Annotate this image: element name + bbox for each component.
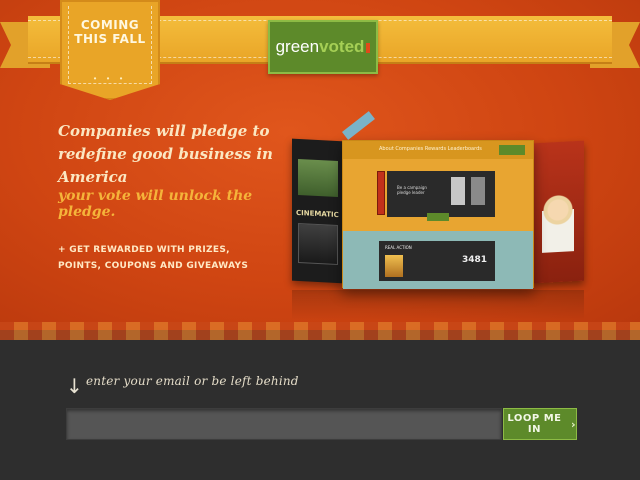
headline: Companies will pledge to redefine good b… — [58, 122, 273, 186]
hero-section: COMING THIS FALL • • • greenvoted Compan… — [0, 0, 640, 330]
hero-stripe-border — [0, 322, 640, 340]
chevron-right-icon: › — [570, 417, 576, 431]
mockup-back-image-2 — [298, 222, 338, 266]
arrow-down-icon: ↓ — [66, 374, 83, 398]
badge-line-1: COMING — [80, 18, 140, 32]
mockup-corner-ribbon — [342, 111, 375, 140]
mockup-nav: About Companies Rewards Leaderboards — [343, 141, 533, 159]
email-input[interactable] — [66, 408, 502, 440]
mockup-reflection — [292, 290, 584, 320]
badge-line-2: THIS FALL — [74, 32, 146, 46]
logo-mark-icon — [366, 42, 371, 53]
mockup-main-screen: About Companies Rewards Leaderboards Be … — [342, 140, 534, 289]
logo-word-voted: voted — [319, 37, 365, 56]
loop-me-in-label: LOOP ME IN — [507, 413, 562, 435]
mockup-card-number: 3481 — [461, 255, 487, 265]
signup-label: enter your email or be left behind — [86, 374, 299, 388]
mockup-dark-image-2 — [471, 177, 485, 205]
mockup-dark-text: Be a campaign pledge leader — [397, 185, 427, 195]
mockup-back-card: CINEMATIC — [292, 138, 344, 284]
mockup-back-image — [298, 158, 338, 198]
mockup-card-label: REAL ACTION — [385, 245, 412, 250]
mockup-thermometer-icon — [377, 171, 385, 215]
loop-me-in-button[interactable]: LOOP ME IN › — [503, 408, 577, 440]
mockup-figure-image — [542, 191, 574, 253]
mockup-lower-section: REAL ACTION 3481 — [343, 231, 533, 289]
mockup-right-card — [532, 140, 584, 284]
mockup-green-button — [427, 213, 449, 221]
logo-word-green: green — [275, 37, 320, 56]
mockup-card-image — [385, 255, 403, 277]
mockup-nav-items: About Companies Rewards Leaderboards — [379, 146, 482, 152]
mockup-back-label: CINEMATIC — [296, 208, 339, 220]
badge-dots: • • • — [93, 74, 127, 83]
mockup-lower-card: REAL ACTION 3481 — [379, 241, 495, 281]
mockup-dark-image-1 — [451, 177, 465, 205]
tagline: your vote will unlock the pledge. — [58, 188, 253, 220]
site-logo[interactable]: greenvoted — [268, 20, 378, 74]
coming-this-fall-badge: COMING THIS FALL • • • — [60, 0, 160, 100]
mockup-dark-panel: Be a campaign pledge leader — [387, 171, 495, 217]
mockup-nav-logo — [499, 145, 525, 155]
perks-text: + GET REWARDED WITH PRIZES, POINTS, COUP… — [58, 245, 249, 271]
